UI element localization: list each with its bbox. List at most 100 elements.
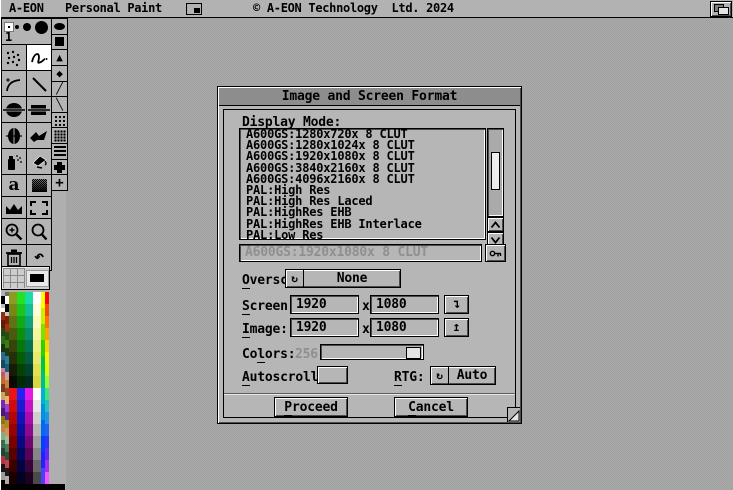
backslash-shape-icon: ╲ (56, 99, 63, 110)
brush-size-2[interactable] (15, 25, 19, 29)
freehand-tool[interactable] (26, 44, 52, 71)
colors-value: 256 (295, 347, 318, 362)
line-tool[interactable] (26, 70, 52, 97)
curve-tool[interactable] (1, 70, 27, 97)
square-shape-icon (55, 37, 64, 46)
dialog-titlebar[interactable]: Image and Screen Format (219, 88, 520, 106)
plus-shape-icon: + (55, 176, 63, 190)
circle-tool[interactable] (1, 96, 27, 123)
overscan-cycle[interactable]: ↻ None (285, 269, 401, 288)
brush-shape-triangle[interactable]: ▲ (52, 50, 67, 66)
brush-size-number: 1 (5, 30, 12, 44)
screen-bottom-bar (1, 484, 65, 490)
color-indicator[interactable] (1, 266, 50, 290)
key-icon (489, 248, 502, 259)
freehand-icon (29, 49, 49, 67)
airbrush-icon (4, 152, 24, 172)
ellipse-tool[interactable] (1, 122, 27, 149)
brush-shape-column: ▲ ◆ ╱ ╲ + (51, 18, 68, 191)
brush-shape-diamond[interactable]: ◆ (52, 66, 67, 82)
pattern-bars[interactable] (52, 144, 67, 160)
brush-shape-cross[interactable] (52, 160, 67, 176)
pattern-dots-sparse[interactable] (52, 113, 67, 129)
mode-name-field[interactable]: A600GS:1920x1080x 8 CLUT (239, 244, 482, 262)
rtg-value: Auto (449, 367, 495, 384)
display-mode-list[interactable]: A600GS:1280x720x 8 CLUTA600GS:1280x1024x… (239, 128, 486, 240)
sparse-dots-icon (54, 115, 65, 126)
app-name: A-EON (9, 1, 44, 15)
screen-to-image-button[interactable]: ↴ (444, 295, 469, 314)
brush-shape-plus[interactable]: + (52, 175, 67, 190)
slash-shape-icon: ╱ (56, 83, 63, 94)
rectangle-tool[interactable] (26, 96, 52, 123)
circle-icon (3, 100, 25, 120)
transparency-grid-icon (3, 268, 25, 288)
trash-icon (5, 248, 23, 268)
screen-depth-gadget[interactable] (710, 1, 732, 17)
list-scrollbar[interactable] (487, 128, 504, 217)
text-tool-icon: a (8, 177, 19, 194)
screen: { "titlebar": { "app": "A-EON", "title":… (0, 0, 733, 490)
resize-icon (508, 408, 520, 422)
chevron-up-icon (490, 221, 501, 229)
brush-shape-slash[interactable]: ╱ (52, 82, 67, 98)
display-mode-item[interactable]: PAL:Low Res (240, 230, 485, 240)
screen-width-field[interactable]: 1920 (290, 295, 359, 314)
smear-tool[interactable] (1, 196, 27, 219)
curve-icon (4, 75, 24, 93)
zoom-in-icon (4, 222, 24, 242)
dialog-separator (224, 393, 515, 395)
screen-height-field[interactable]: 1080 (370, 295, 439, 314)
colors-label: Colors: (242, 347, 295, 362)
image-times: x (362, 322, 370, 337)
ellipse-icon (4, 126, 24, 146)
autoscroll-label: Autoscroll: (242, 370, 326, 385)
fill-tool[interactable] (26, 148, 52, 175)
scroll-up-button[interactable] (487, 217, 504, 232)
foreground-color-swatch (30, 274, 44, 282)
color-palette (1, 292, 49, 484)
screen-titlebar[interactable]: A-EON Personal Paint © A-EON Technology … (1, 0, 733, 18)
magnify-tool[interactable] (26, 218, 52, 245)
brush-select-tool[interactable] (26, 196, 52, 219)
screen-label: Screen: (242, 299, 295, 314)
brush-select-icon (30, 201, 48, 215)
image-to-screen-button[interactable]: ↥ (444, 318, 469, 337)
rtg-cycle[interactable]: ↻ Auto (430, 366, 496, 385)
cancel-button[interactable]: Cancel (394, 397, 468, 417)
brush-shape-square[interactable] (52, 35, 67, 51)
proceed-button[interactable]: Proceed (274, 397, 348, 417)
fill-bucket-icon (29, 152, 49, 172)
airbrush-tool[interactable] (1, 148, 27, 175)
brush-shape-backslash[interactable]: ╲ (52, 97, 67, 113)
autoscroll-checkbox[interactable] (317, 366, 348, 384)
scrollbar-knob[interactable] (491, 152, 500, 190)
dialog-title-text: Image and Screen Format (282, 89, 457, 104)
cross-shape-icon (54, 162, 65, 173)
dialog-resize-handle[interactable] (507, 407, 520, 422)
dither-tool[interactable] (26, 174, 52, 197)
ellipse-shape-icon (54, 23, 65, 30)
brush-shape-ellipse[interactable] (52, 19, 67, 35)
current-color-well (26, 270, 49, 287)
brush-size-selector[interactable]: 1 (1, 18, 52, 45)
image-width-field[interactable]: 1920 (290, 318, 359, 337)
dotted-freehand-tool[interactable] (1, 44, 27, 71)
rtg-label: RTG: (394, 370, 425, 385)
zoom-in-tool[interactable] (1, 218, 27, 245)
text-tool[interactable]: a (1, 174, 27, 197)
pattern-dots-dense[interactable] (52, 128, 67, 144)
colors-slider-knob[interactable] (406, 347, 421, 359)
brush-size-3[interactable] (23, 23, 31, 31)
dotted-freehand-icon (4, 49, 24, 67)
image-height-field[interactable]: 1080 (370, 318, 439, 337)
line-icon (29, 75, 49, 93)
polygon-icon (28, 127, 50, 145)
mode-lock-button[interactable] (485, 244, 506, 262)
crown-icon (4, 201, 24, 215)
cycle-icon: ↻ (431, 367, 449, 384)
screen-times: x (362, 299, 370, 314)
polygon-tool[interactable] (26, 122, 52, 149)
brush-size-4[interactable] (35, 21, 48, 34)
colors-slider[interactable] (320, 344, 424, 360)
